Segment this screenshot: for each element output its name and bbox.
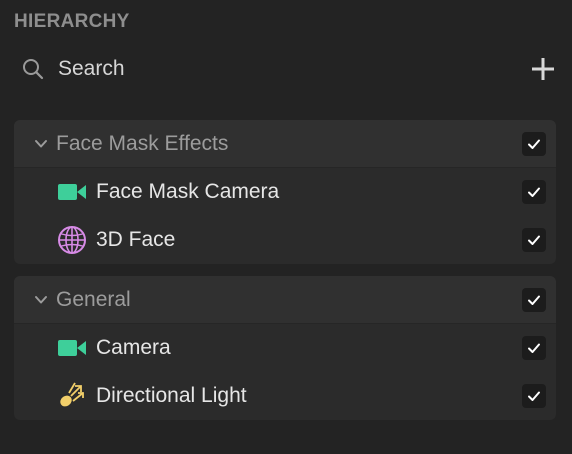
checkmark-icon [528,343,540,353]
hierarchy-item-3d-face[interactable]: 3D Face [14,216,556,264]
group-header[interactable]: Face Mask Effects [14,120,556,168]
panel-title: HIERARCHY [14,11,130,32]
item-label: Face Mask Camera [96,180,280,203]
visibility-checkbox[interactable] [522,131,546,156]
checkmark-icon [528,391,540,401]
hierarchy-item-directional-light[interactable]: Directional Light [14,372,556,420]
item-label: Directional Light [96,384,247,407]
group-header[interactable]: General [14,276,556,324]
hierarchy-item-camera[interactable]: Camera [14,324,556,372]
camera-icon [56,332,88,364]
visibility-checkbox[interactable] [522,287,546,312]
hierarchy-group-face-mask-effects: Face Mask Effects Face Mask Camera 3D Fa… [14,120,556,264]
visibility-checkbox[interactable] [522,384,546,408]
checkmark-icon [528,235,540,245]
item-label: Camera [96,336,171,359]
visibility-checkbox[interactable] [522,180,546,204]
add-button[interactable] [528,54,558,84]
group-label: Face Mask Effects [56,131,229,155]
item-label: 3D Face [96,228,176,251]
checkmark-icon [528,187,540,197]
camera-icon [56,176,88,208]
directional-light-icon [56,380,88,412]
plus-icon [532,58,554,80]
visibility-checkbox[interactable] [522,336,546,360]
search-icon[interactable] [20,56,46,82]
face-mesh-icon [56,224,88,256]
checkmark-icon [528,139,540,149]
group-label: General [56,287,131,311]
search-input[interactable] [58,57,458,81]
chevron-down-icon[interactable] [32,291,50,309]
search-bar [14,50,558,88]
visibility-checkbox[interactable] [522,228,546,252]
chevron-down-icon[interactable] [32,135,50,153]
checkmark-icon [528,295,540,305]
hierarchy-group-general: General Camera Directional Light [14,276,556,420]
hierarchy-item-face-mask-camera[interactable]: Face Mask Camera [14,168,556,216]
